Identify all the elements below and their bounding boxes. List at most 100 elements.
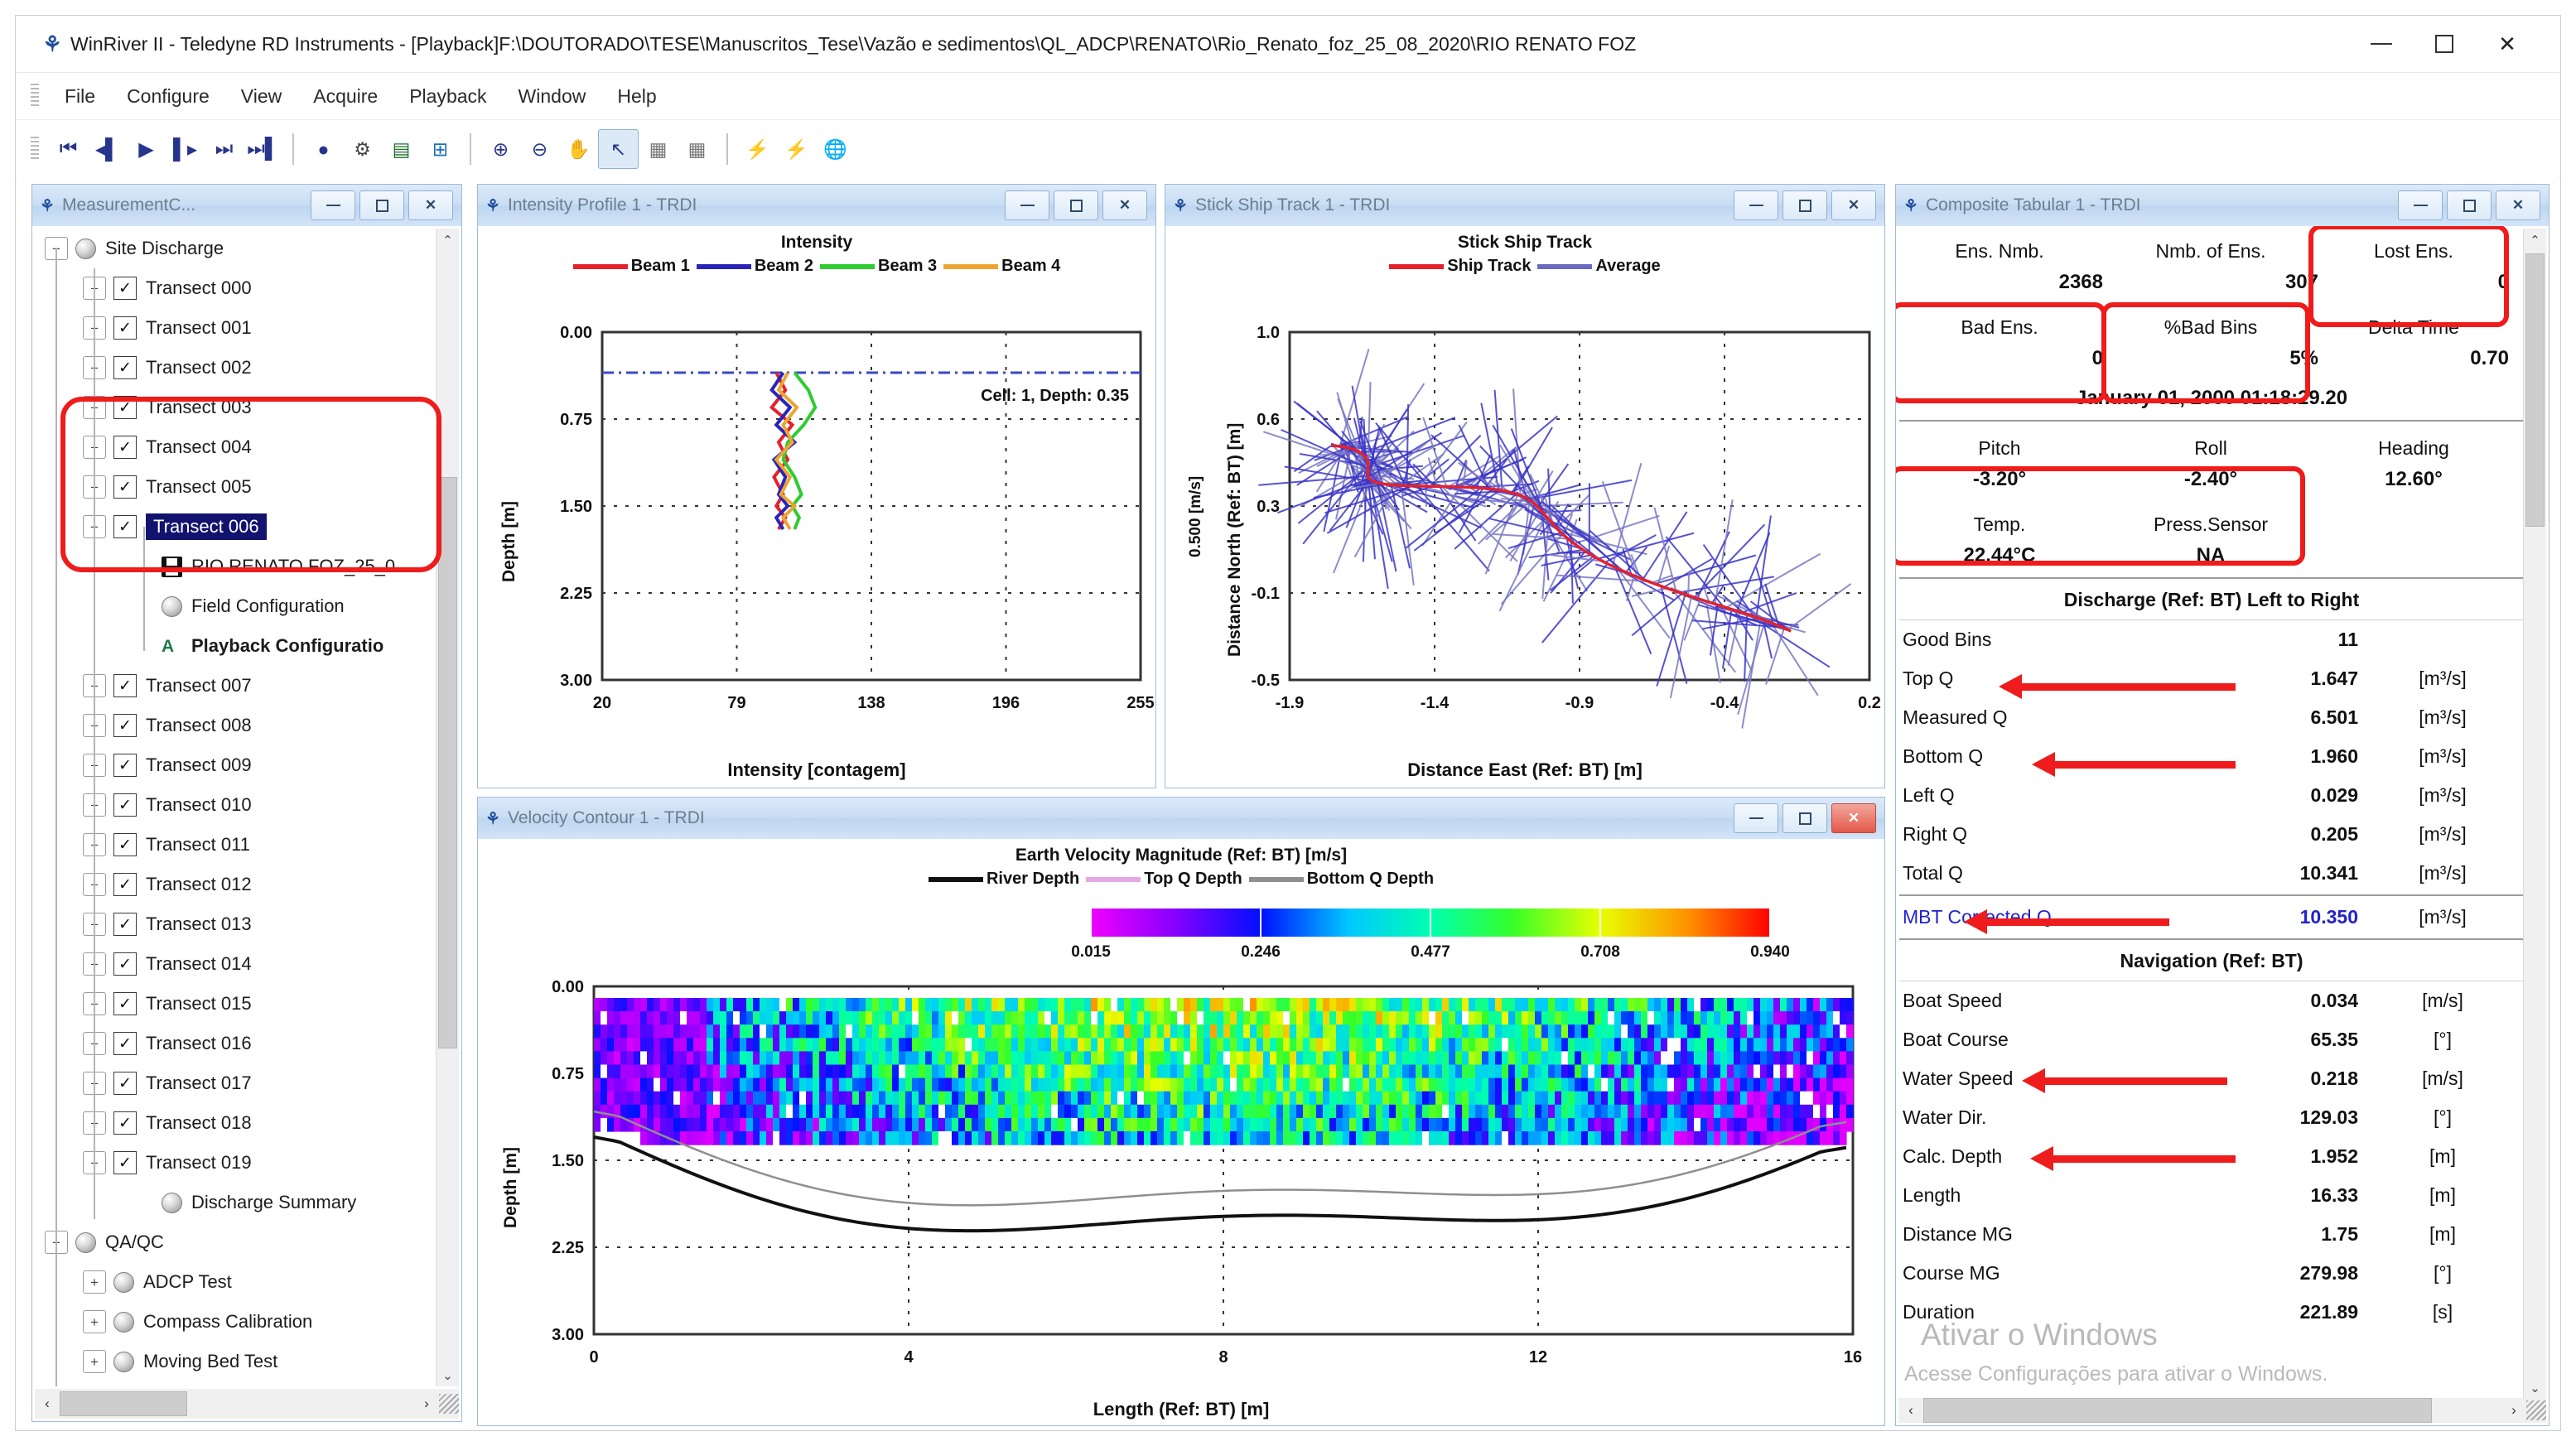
tree-checkbox[interactable]: ✓ — [113, 475, 137, 499]
stick-close-button[interactable]: ✕ — [1831, 190, 1876, 220]
measurement-minimize-button[interactable] — [311, 190, 355, 220]
contour-plot[interactable]: Earth Velocity Magnitude (Ref: BT) [m/s]… — [478, 839, 1884, 1425]
tile-windows-icon[interactable]: ⊞ — [421, 130, 460, 168]
select-arrow-icon[interactable]: ↖ — [598, 129, 639, 169]
measurement-close-button[interactable]: ✕ — [408, 190, 453, 220]
tree-checkbox[interactable]: ✓ — [113, 992, 137, 1015]
maximize-button[interactable] — [2413, 20, 2476, 68]
tree-checkbox[interactable]: ✓ — [113, 515, 137, 538]
scroll-right-icon[interactable]: › — [414, 1395, 439, 1412]
tree-checkbox[interactable]: ✓ — [113, 436, 137, 459]
tree-horizontal-scrollbar[interactable]: ‹ › — [35, 1389, 459, 1419]
tree-scroll-thumb[interactable] — [438, 477, 457, 1048]
menu-item-view[interactable]: View — [225, 79, 297, 114]
contour-restore-button[interactable] — [1782, 803, 1827, 833]
tree-checkbox[interactable]: ✓ — [113, 793, 137, 817]
tree-checkbox[interactable]: ✓ — [113, 1032, 137, 1055]
report-icon[interactable]: ▤ — [382, 130, 421, 168]
pointer-dot-icon[interactable]: ● — [304, 130, 343, 168]
resize-grip[interactable] — [439, 1394, 459, 1414]
tree-expander[interactable]: + — [83, 1270, 106, 1294]
tree-checkbox[interactable]: ✓ — [113, 277, 137, 300]
menu-item-window[interactable]: Window — [503, 79, 602, 114]
first-ensemble-icon[interactable]: ⏮ — [49, 130, 88, 168]
measurement-restore-button[interactable] — [359, 190, 404, 220]
tabular-titlebar[interactable]: ⚘ Composite Tabular 1 - TRDI ✕ — [1896, 185, 2549, 227]
lightning-red-icon[interactable]: ⚡ — [777, 130, 816, 168]
tree-item-qa-qc[interactable]: −QA/QC — [35, 1222, 437, 1262]
stick-titlebar[interactable]: ⚘ Stick Ship Track 1 - TRDI ✕ — [1165, 185, 1884, 227]
menu-item-configure[interactable]: Configure — [111, 79, 225, 114]
measurement-tree[interactable]: −Site Discharge + ✓ Transect 000 + ✓ Transect … — [35, 229, 437, 1386]
zoom-in-icon[interactable]: ⊕ — [481, 130, 520, 168]
tabular-horizontal-scrollbar[interactable]: ‹ › — [1898, 1398, 2546, 1423]
intensity-minimize-button[interactable] — [1005, 190, 1049, 220]
previous-ensemble-icon[interactable]: ◂▌ — [88, 130, 127, 168]
menu-item-file[interactable]: File — [49, 79, 111, 114]
tabular-close-button[interactable]: ✕ — [2496, 190, 2540, 220]
scroll-up-icon[interactable]: ⌃ — [2524, 229, 2546, 251]
tabular-hscroll-thumb[interactable] — [1923, 1398, 2433, 1423]
tree-checkbox[interactable]: ✓ — [113, 873, 137, 896]
tree-item-compass-calibration[interactable]: + Compass Calibration — [35, 1302, 437, 1342]
scroll-right-icon[interactable]: › — [2501, 1402, 2526, 1419]
zoom-out-icon[interactable]: ⊖ — [520, 130, 559, 168]
stick-minimize-button[interactable] — [1734, 190, 1778, 220]
scroll-down-icon[interactable]: ⌄ — [2524, 1376, 2546, 1399]
grid-coarse-icon[interactable]: ▦ — [639, 130, 678, 168]
step-forward-icon[interactable]: ⏭ — [205, 130, 244, 168]
contour-close-button[interactable]: ✕ — [1831, 803, 1876, 833]
scroll-left-icon[interactable]: ‹ — [35, 1395, 60, 1412]
tree-checkbox[interactable]: ✓ — [113, 1151, 137, 1174]
tree-checkbox[interactable]: ✓ — [113, 396, 137, 419]
tree-item-moving-bed-test[interactable]: + Moving Bed Test — [35, 1342, 437, 1381]
tree-checkbox[interactable]: ✓ — [113, 1072, 137, 1095]
tree-checkbox[interactable]: ✓ — [113, 913, 137, 936]
tree-checkbox[interactable]: ✓ — [113, 754, 137, 777]
contour-minimize-button[interactable] — [1734, 803, 1778, 833]
scroll-down-icon[interactable]: ⌄ — [437, 1364, 459, 1386]
intensity-restore-button[interactable] — [1054, 190, 1098, 220]
tree-item-adcp-test[interactable]: + ADCP Test — [35, 1262, 437, 1302]
pan-hand-icon[interactable]: ✋ — [559, 130, 598, 168]
tree-expander[interactable]: + — [83, 1310, 106, 1333]
stick-restore-button[interactable] — [1782, 190, 1827, 220]
intensity-plot[interactable]: Intensity Beam 1 Beam 2 Beam 3 Beam 4 20… — [478, 226, 1155, 788]
toolbar-grip[interactable] — [31, 137, 39, 161]
last-ensemble-icon[interactable]: ⏭▌ — [244, 130, 282, 168]
tree-vertical-scrollbar[interactable]: ⌃ ⌄ — [436, 229, 459, 1386]
properties-gear-icon[interactable]: ⚙ — [343, 130, 382, 168]
scroll-up-icon[interactable]: ⌃ — [437, 229, 459, 251]
menu-item-help[interactable]: Help — [601, 79, 672, 114]
tree-checkbox[interactable]: ✓ — [113, 356, 137, 379]
stick-plot[interactable]: Stick Ship Track Ship Track Average -1.9… — [1165, 226, 1884, 788]
tabular-scroll-thumb[interactable] — [2525, 253, 2545, 527]
resize-grip[interactable] — [2526, 1400, 2546, 1420]
tree-checkbox[interactable]: ✓ — [113, 952, 137, 976]
menu-item-acquire[interactable]: Acquire — [297, 79, 393, 114]
grid-fine-icon[interactable]: ▦ — [678, 130, 716, 168]
tabular-restore-button[interactable] — [2447, 190, 2492, 220]
menu-item-playback[interactable]: Playback — [393, 79, 502, 114]
tree-checkbox[interactable]: ✓ — [113, 674, 137, 697]
menu-grip[interactable] — [31, 84, 39, 108]
tree-item-site-discharge[interactable]: −Site Discharge — [35, 229, 437, 268]
tree-checkbox[interactable]: ✓ — [113, 714, 137, 737]
close-button[interactable]: ✕ — [2476, 20, 2539, 68]
intensity-close-button[interactable]: ✕ — [1102, 190, 1147, 220]
globe-icon[interactable]: 🌐 — [816, 130, 855, 168]
tabular-minimize-button[interactable] — [2398, 190, 2443, 220]
tree-checkbox[interactable]: ✓ — [113, 833, 137, 856]
next-ensemble-icon[interactable]: ▌▸ — [166, 130, 205, 168]
tree-expander[interactable]: + — [83, 1350, 106, 1373]
tree-checkbox[interactable]: ✓ — [113, 316, 137, 340]
tree-hscroll-thumb[interactable] — [60, 1391, 188, 1416]
tree-checkbox[interactable]: ✓ — [113, 1111, 137, 1135]
tabular-vertical-scrollbar[interactable]: ⌃ ⌄ — [2523, 229, 2546, 1399]
play-icon[interactable]: ▶ — [127, 130, 166, 168]
measurement-control-titlebar[interactable]: ⚘ MeasurementC... ✕ — [32, 185, 461, 227]
lightning-icon[interactable]: ⚡ — [738, 130, 777, 168]
intensity-titlebar[interactable]: ⚘ Intensity Profile 1 - TRDI ✕ — [478, 185, 1155, 227]
tree-item-collect-data[interactable]: +Collect Data — [35, 1381, 437, 1386]
scroll-left-icon[interactable]: ‹ — [1898, 1402, 1923, 1419]
